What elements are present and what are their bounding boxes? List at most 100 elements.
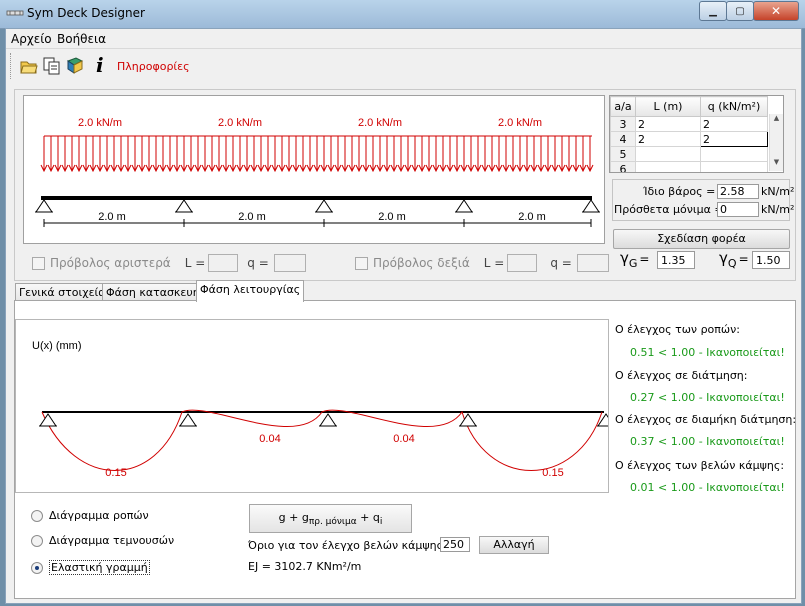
radio-label: Διάγραμμα ροπών: [49, 509, 149, 522]
load-arrow: [537, 136, 545, 173]
load-label: 2.0 kN/m: [218, 117, 262, 129]
load-arrow: [341, 136, 349, 173]
tab-general[interactable]: Γενικά στοιχεία: [15, 283, 110, 301]
span-label: 2.0 m: [378, 211, 406, 223]
radio-button[interactable]: [31, 534, 43, 547]
cell-L[interactable]: 2: [635, 116, 701, 132]
tab-service-phase[interactable]: Φάση λειτουργίας: [196, 280, 305, 302]
support-triangle: [35, 199, 53, 213]
row-index: 4: [610, 131, 636, 147]
radio-moment-diagram[interactable]: Διάγραμμα ροπών: [31, 509, 149, 522]
load-arrow: [159, 136, 167, 173]
close-button[interactable]: ✕: [753, 1, 799, 21]
table-row[interactable]: 6: [610, 161, 768, 172]
cell-L[interactable]: [635, 161, 701, 172]
table-row[interactable]: 4 2 2: [610, 131, 768, 147]
load-label: 2.0 kN/m: [498, 117, 542, 129]
check-title-deflection: Ο έλεγχος των βελών κάμψης:: [615, 459, 785, 472]
radio-button-selected[interactable]: [31, 561, 43, 574]
load-arrow: [481, 136, 489, 173]
book-icon[interactable]: [66, 57, 84, 75]
cell-q[interactable]: 2: [700, 116, 768, 132]
toolbar-grip: [10, 53, 14, 79]
radio-elastic-line[interactable]: Ελαστική γραμμή: [31, 560, 150, 575]
gamma-g-label: γG =: [620, 249, 650, 270]
load-arrow: [551, 136, 559, 173]
load-arrow: [131, 136, 139, 173]
support-triangle: [582, 199, 600, 213]
cell-L[interactable]: [635, 146, 701, 162]
extra-permanent-input[interactable]: 0: [717, 202, 759, 217]
cell-q-selected[interactable]: 2: [700, 131, 768, 147]
span-label: 2.0 m: [518, 211, 546, 223]
load-arrow: [75, 136, 83, 173]
load-arrow: [383, 136, 391, 173]
deflection-value: 0.04: [393, 433, 414, 445]
left-L-label: L =: [184, 256, 206, 270]
copy-icon[interactable]: [43, 57, 61, 75]
load-arrow: [369, 136, 377, 173]
deflection-diagram-svg: U(x) (mm) 0.15 0.04 0.04 0.15: [32, 340, 615, 479]
left-q-input[interactable]: [273, 254, 306, 272]
table-row[interactable]: 3 2 2: [610, 116, 768, 132]
minimize-button[interactable]: ▁: [699, 1, 727, 21]
load-arrow: [390, 136, 398, 173]
self-weight-label: Ίδιο βάρος =: [643, 185, 716, 198]
deflection-limit-label: Όριο για τον έλεγχο βελών κάμψης: L /: [248, 539, 464, 552]
load-combination-button[interactable]: g + gπρ. μόνιμα + qi: [249, 504, 412, 533]
change-button[interactable]: Αλλαγή: [479, 536, 549, 554]
info-label[interactable]: Πληροφορίες: [117, 60, 190, 73]
tab-construction-phase[interactable]: Φάση κατασκευής: [102, 283, 211, 301]
right-L-input[interactable]: [507, 254, 538, 272]
info-icon[interactable]: i: [96, 53, 104, 77]
cell-q[interactable]: [700, 161, 768, 172]
load-diagram: 2.0 kN/m 2.0 kN/m 2.0 kN/m 2.0 kN/m 2.0 …: [23, 95, 605, 244]
menu-file[interactable]: Αρχείο: [11, 32, 52, 46]
scroll-up-icon[interactable]: ▲: [770, 114, 783, 122]
right-q-input[interactable]: [576, 254, 609, 272]
self-weight-unit: kN/m²: [761, 185, 795, 198]
radio-button[interactable]: [31, 509, 43, 522]
load-arrow: [460, 136, 468, 173]
load-arrow: [285, 136, 293, 173]
load-arrow: [418, 136, 426, 173]
load-arrow: [271, 136, 279, 173]
load-arrow: [495, 136, 503, 173]
table-row[interactable]: 5: [610, 146, 768, 162]
load-arrow: [215, 136, 223, 173]
weights-box: Ίδιο βάρος = 2.58 kN/m² Πρόσθετα μόνιμα …: [612, 179, 794, 221]
load-arrow: [439, 136, 447, 173]
load-arrow: [208, 136, 216, 173]
self-weight-input[interactable]: 2.58: [717, 184, 759, 199]
right-cantilever-checkbox[interactable]: [355, 256, 368, 270]
open-folder-icon[interactable]: [20, 57, 38, 75]
deflection-value: 0.15: [542, 467, 563, 479]
load-arrow: [586, 136, 594, 173]
extra-permanent-unit: kN/m²: [761, 203, 795, 216]
radio-shear-diagram[interactable]: Διάγραμμα τεμνουσών: [31, 534, 174, 547]
load-arrow: [250, 136, 258, 173]
table-scrollbar[interactable]: ▲ ▼: [769, 114, 783, 171]
maximize-button[interactable]: ▢: [726, 1, 754, 21]
scroll-down-icon[interactable]: ▼: [770, 158, 783, 166]
left-cantilever-checkbox[interactable]: [32, 256, 45, 270]
client-area: Αρχείο Βοήθεια i Πληροφορίες 2.0 kN/m 2.…: [5, 28, 802, 604]
gamma-q-input[interactable]: 1.50: [752, 251, 790, 269]
load-arrow: [397, 136, 405, 173]
load-arrow: [138, 136, 146, 173]
gamma-g-input[interactable]: 1.35: [657, 251, 695, 269]
left-L-input[interactable]: [208, 254, 239, 272]
load-arrow: [180, 136, 188, 173]
right-L-label: L =: [483, 256, 505, 270]
deflection-limit-input[interactable]: 250: [440, 537, 470, 552]
load-arrow: [292, 136, 300, 173]
design-structure-button[interactable]: Σχεδίαση φορέα: [613, 229, 790, 249]
cell-q[interactable]: [700, 146, 768, 162]
cell-L[interactable]: 2: [635, 131, 701, 147]
load-arrow: [509, 136, 517, 173]
menu-help[interactable]: Βοήθεια: [57, 32, 106, 46]
load-arrow: [404, 136, 412, 173]
spans-table[interactable]: a/a L (m) q (kN/m²) 3 2 2 4 2 2 5 6: [609, 95, 784, 173]
menu-bar: Αρχείο Βοήθεια: [6, 29, 801, 49]
load-arrow: [544, 136, 552, 173]
